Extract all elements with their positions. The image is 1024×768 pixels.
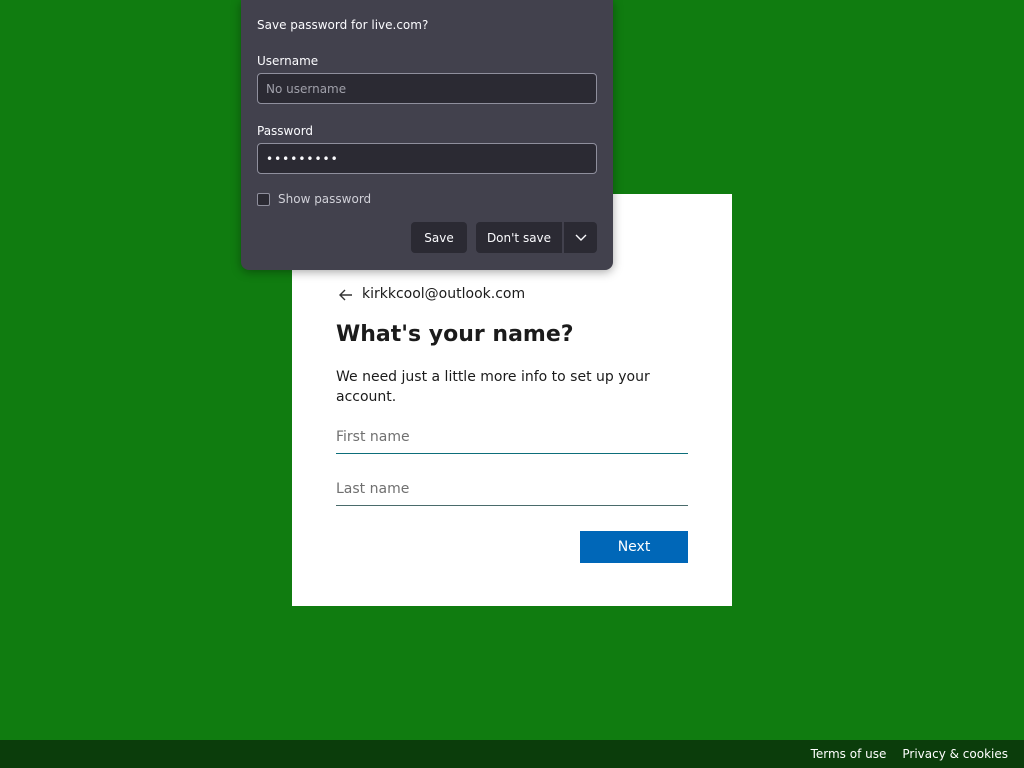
next-button[interactable]: Next — [580, 531, 688, 563]
identity-email: kirkkcool@outlook.com — [362, 286, 526, 302]
save-button[interactable]: Save — [411, 222, 467, 253]
show-password-checkbox[interactable] — [257, 192, 270, 206]
save-password-popup: Save password for live.com? Username Pas… — [241, 0, 613, 270]
chevron-down-icon — [575, 231, 587, 245]
show-password-label: Show password — [278, 192, 372, 206]
more-options-button[interactable] — [564, 222, 597, 253]
privacy-cookies-link[interactable]: Privacy & cookies — [902, 747, 1008, 761]
password-label: Password — [257, 124, 314, 138]
footer: Terms of use Privacy & cookies — [0, 740, 1024, 768]
first-name-input[interactable] — [336, 421, 688, 454]
identity-banner: kirkkcool@outlook.com — [336, 284, 525, 304]
popup-title: Save password for live.com? — [257, 18, 429, 32]
terms-of-use-link[interactable]: Terms of use — [811, 747, 887, 761]
page-title: What's your name? — [336, 322, 574, 347]
password-field[interactable] — [257, 143, 597, 174]
back-arrow-icon[interactable] — [336, 285, 356, 305]
username-label: Username — [257, 54, 319, 68]
show-password-toggle[interactable]: Show password — [257, 192, 371, 206]
page-description: We need just a little more info to set u… — [336, 369, 650, 405]
last-name-input[interactable] — [336, 473, 688, 506]
dont-save-button[interactable]: Don't save — [476, 222, 562, 253]
username-field[interactable] — [257, 73, 597, 104]
